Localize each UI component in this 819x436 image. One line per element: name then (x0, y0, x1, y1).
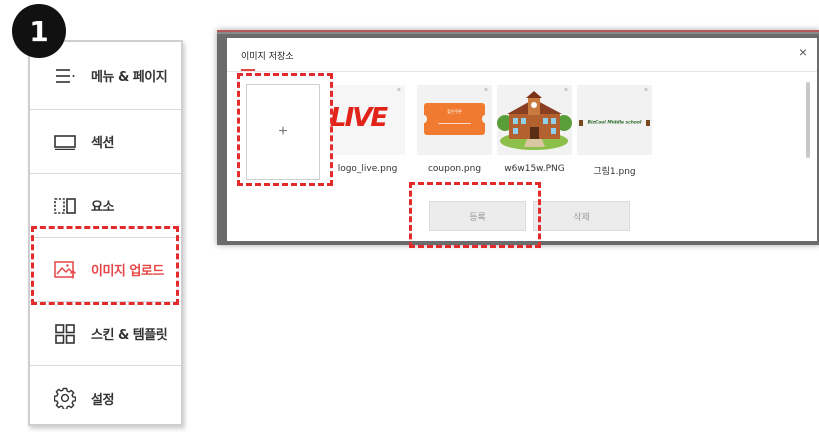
divider (227, 71, 817, 72)
side-item-section[interactable]: 섹션 (30, 110, 181, 174)
close-icon[interactable]: × (799, 44, 807, 60)
school-building-illustration (497, 91, 572, 150)
thumbnail-preview: LIVE × (330, 85, 405, 155)
image-storage-window: 이미지 저장소 × + LIVE × logo_live.png 할인쿠폰 × (217, 30, 819, 245)
gear-icon (54, 387, 76, 409)
side-item-image-upload[interactable]: 이미지 업로드 (30, 238, 181, 302)
window-top-bar (217, 30, 819, 34)
remove-icon[interactable]: × (644, 87, 648, 94)
image-filename: logo_live.png (337, 164, 398, 174)
thumbnail-preview: BizCool Middle school × (577, 85, 652, 155)
side-item-label: 설정 (91, 392, 114, 408)
register-button[interactable]: 등록 (429, 201, 526, 231)
element-icon (54, 195, 76, 217)
school-logo-graphic: BizCool Middle school (577, 114, 652, 132)
coupon-graphic: 할인쿠폰 (421, 103, 488, 135)
coupon-text: 할인쿠폰 (447, 109, 462, 114)
image-thumbnail[interactable]: LIVE × logo_live.png (330, 85, 405, 174)
side-item-label: 메뉴 & 페이지 (91, 70, 168, 85)
delete-button[interactable]: 삭제 (533, 201, 630, 231)
side-item-settings[interactable]: 설정 (30, 366, 181, 430)
image-filename: w6w15w.PNG (504, 164, 565, 174)
school-logo-text: BizCool Middle school (587, 120, 642, 126)
image-filename: coupon.png (427, 164, 482, 174)
add-image-tile[interactable]: + (246, 84, 320, 180)
image-upload-icon (54, 259, 76, 281)
remove-icon[interactable]: × (484, 87, 488, 94)
image-thumbnail[interactable]: × w6w15w.PNG (497, 85, 572, 174)
image-thumbnail[interactable]: 할인쿠폰 × coupon.png (417, 85, 492, 174)
step-number-badge: 1 (12, 4, 66, 58)
vertical-scrollbar[interactable] (806, 82, 810, 158)
grid-icon (54, 323, 76, 345)
side-item-element[interactable]: 요소 (30, 174, 181, 238)
editor-side-menu: 메뉴 & 페이지 섹션 요소 이미지 업로드 스킨 & 템플릿 설정 (28, 40, 183, 426)
image-filename: 그림1.png (593, 167, 636, 177)
thumbnail-preview: × (497, 85, 572, 155)
remove-icon[interactable]: × (397, 87, 401, 94)
image-storage-dialog: 이미지 저장소 × + LIVE × logo_live.png 할인쿠폰 × (227, 38, 817, 241)
thumbnail-preview: 할인쿠폰 × (417, 85, 492, 155)
side-item-label: 이미지 업로드 (91, 264, 164, 279)
live-logo-text: LIVE (330, 103, 388, 133)
remove-icon[interactable]: × (564, 87, 568, 94)
menu-lines-icon (54, 65, 76, 87)
image-thumbnail[interactable]: BizCool Middle school × 그림1.png (577, 85, 652, 177)
section-icon (54, 131, 76, 153)
side-item-label: 섹션 (91, 136, 114, 151)
dialog-title: 이미지 저장소 (241, 52, 294, 62)
side-item-label: 스킨 & 템플릿 (91, 328, 168, 343)
side-item-skin-template[interactable]: 스킨 & 템플릿 (30, 302, 181, 366)
side-item-label: 요소 (91, 200, 114, 215)
